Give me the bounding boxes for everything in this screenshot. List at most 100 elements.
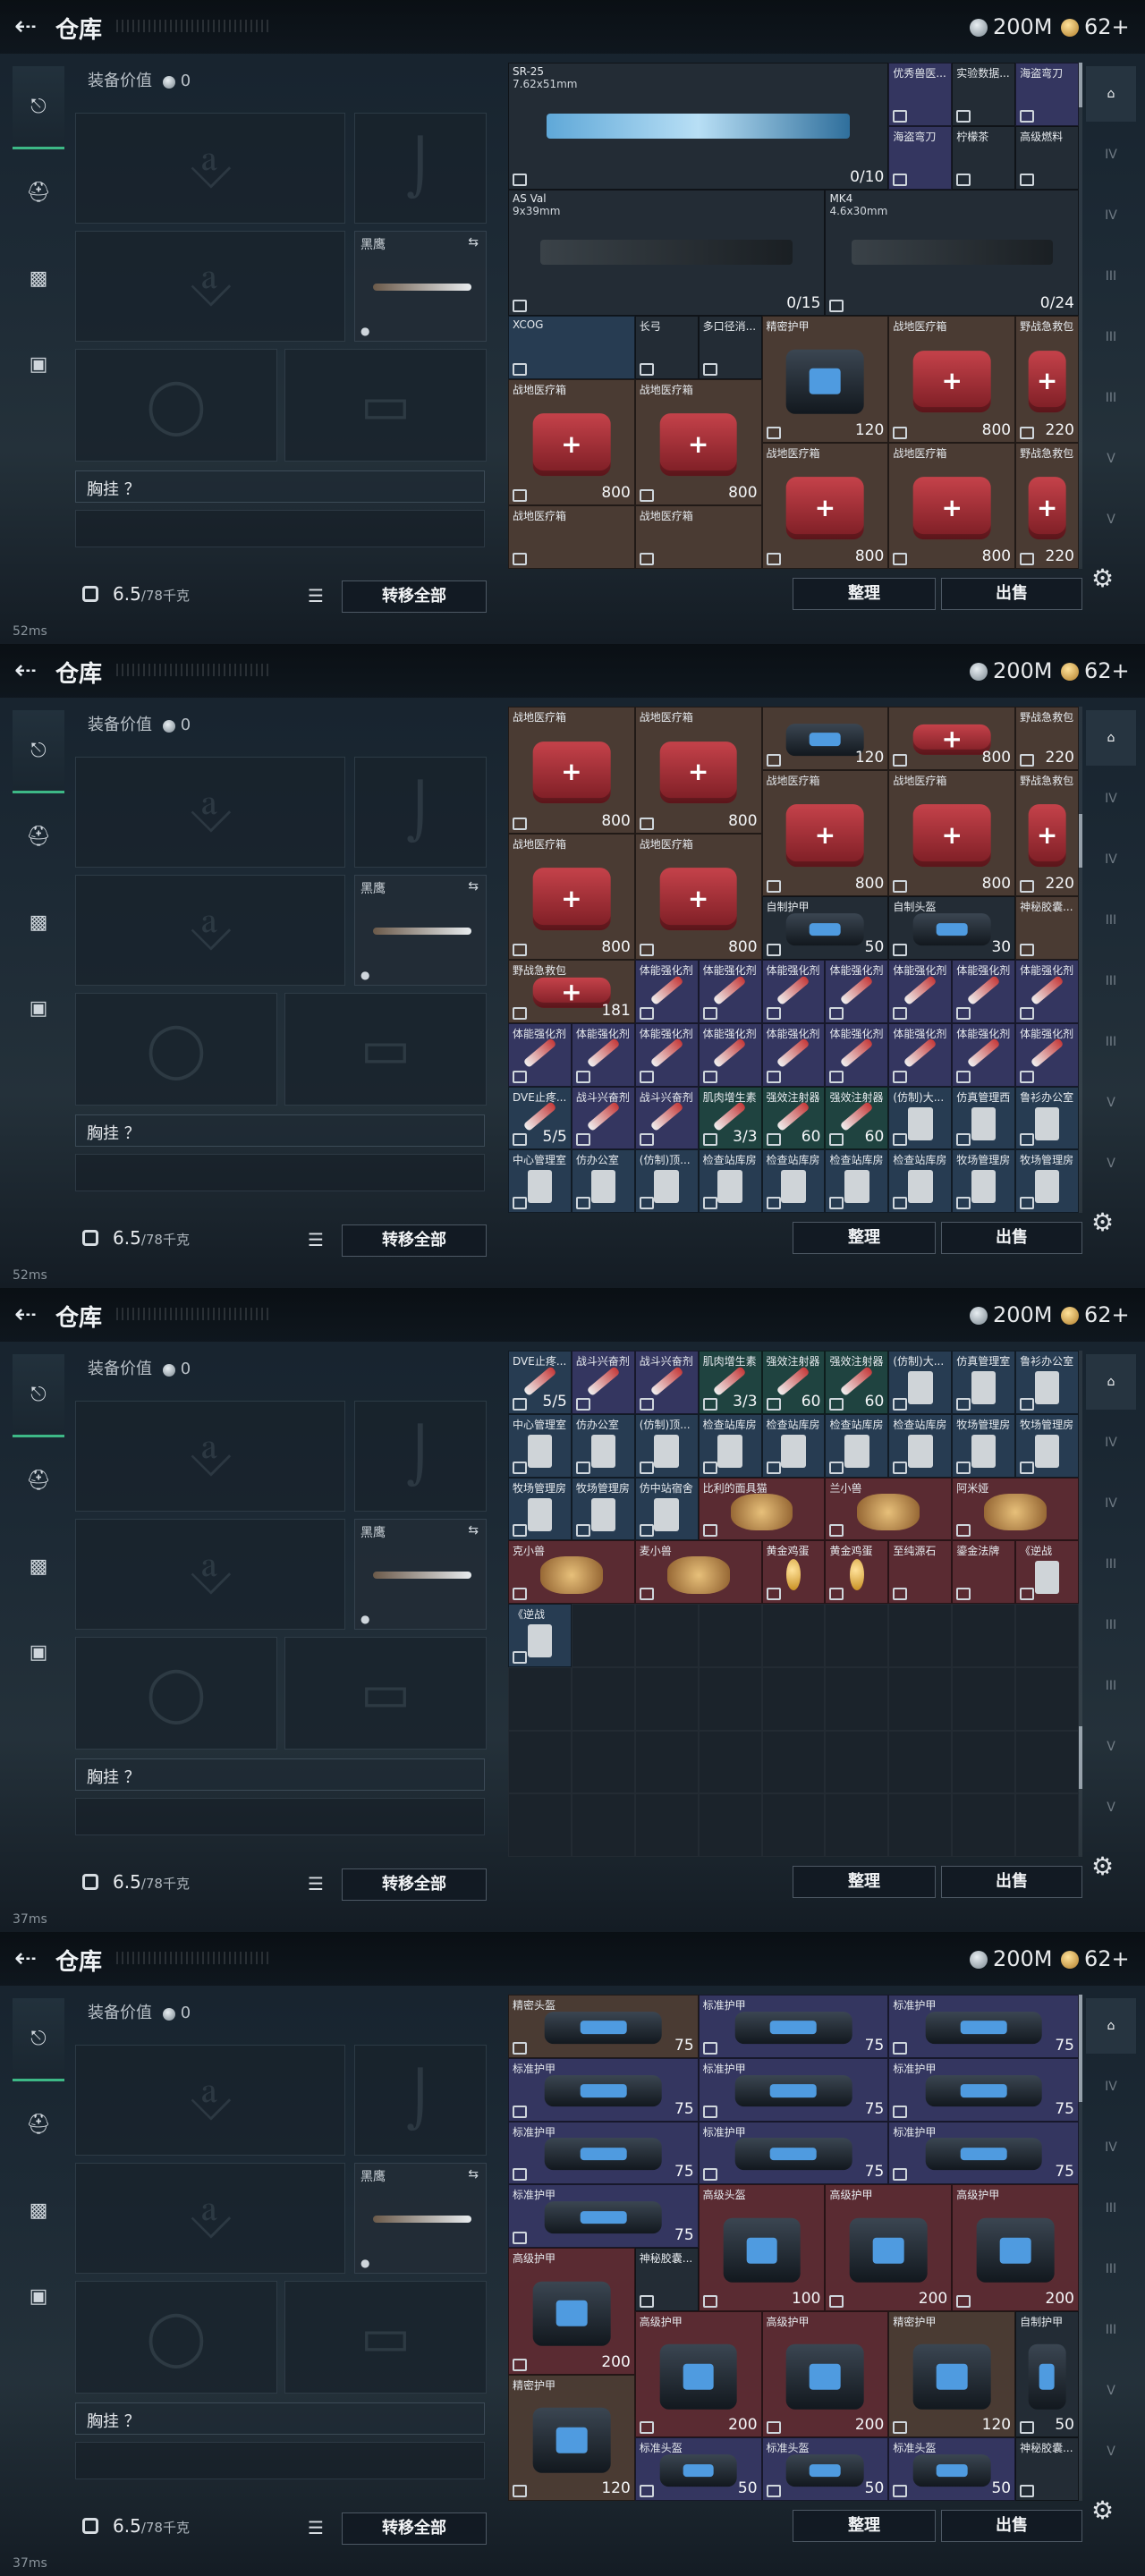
inventory-item[interactable]: 牧场管理房 [1015, 1149, 1079, 1213]
inventory-item[interactable]: 体能强化剂 [952, 960, 1016, 1023]
inventory-item[interactable]: 中心管理室 [508, 1413, 572, 1478]
inventory-item[interactable]: 牧场管理房 [508, 1477, 572, 1541]
melee-slot[interactable]: 黑鹰 ⇆ ● [354, 231, 487, 342]
chest-rig-slot[interactable]: 胸挂 ？ [75, 1114, 485, 1147]
inventory-item[interactable]: 牧场管理房 [1015, 1413, 1079, 1478]
list-icon[interactable]: ☰ [304, 2512, 327, 2543]
inventory-item[interactable]: 野战急救包 220 [1015, 769, 1079, 897]
inventory-item[interactable]: 标准护甲 75 [888, 2121, 1079, 2185]
inventory-item[interactable]: 海盗弯刀 [888, 125, 953, 190]
vest-icon[interactable]: ▩ [13, 2170, 64, 2250]
inventory-item[interactable]: 检查站库房 [698, 1413, 762, 1478]
container-tab[interactable]: V [1086, 492, 1136, 547]
inventory-item[interactable]: 体能强化剂 [761, 960, 826, 1023]
pistol-slot[interactable]: ⌡ [354, 113, 487, 224]
gear-icon[interactable]: ⚙ [1091, 564, 1114, 593]
inventory-item[interactable]: 战地医疗箱 800 [508, 378, 635, 506]
vest-icon[interactable]: ▩ [13, 1526, 64, 1606]
inventory-scrollbar[interactable] [1079, 1351, 1082, 1857]
inventory-item[interactable]: 高级护甲 200 [508, 2248, 635, 2375]
home-icon[interactable]: ⌂ [1086, 710, 1136, 766]
inventory-item[interactable]: 高级护甲 200 [761, 2310, 889, 2438]
sell-button[interactable]: 出售 [941, 1222, 1082, 1254]
helmet-icon[interactable]: ⛑ [13, 796, 64, 877]
inventory-item[interactable]: 牧场管理房 [571, 1477, 635, 1541]
inventory-item[interactable]: 仿办公室 [571, 1413, 635, 1478]
home-icon[interactable]: ⌂ [1086, 1354, 1136, 1410]
container-tab[interactable]: III [1086, 1014, 1136, 1070]
backpack-icon[interactable]: ▣ [13, 324, 64, 404]
inventory-item[interactable]: 长弓 [634, 316, 699, 379]
inventory-item[interactable]: 检查站库房 [825, 1413, 889, 1478]
inventory-item[interactable]: 体能强化剂 [952, 1022, 1016, 1087]
inventory-item[interactable]: 标准护甲 75 [508, 2184, 699, 2248]
inventory-scrollbar[interactable] [1079, 63, 1082, 569]
container-tab[interactable]: III [1086, 309, 1136, 365]
inventory-item[interactable]: 高级护甲 200 [952, 2184, 1079, 2311]
helmet-slot[interactable]: ◯ [75, 349, 277, 462]
swap-icon[interactable]: ⇆ [468, 235, 479, 250]
inventory-item[interactable]: 高级头盔 100 [698, 2184, 826, 2311]
back-arrow-icon[interactable]: ⇠ [14, 13, 43, 41]
inventory-item[interactable]: 高级护甲 200 [825, 2184, 953, 2311]
container-tab[interactable]: III [1086, 1597, 1136, 1653]
inventory-item[interactable]: 战地医疗箱 800 [761, 442, 889, 569]
vest-icon[interactable]: ▩ [13, 882, 64, 962]
inventory-item[interactable]: MK4 4.6x30mm 0/24 [825, 189, 1079, 316]
inventory-item[interactable]: DVE止疼... 5/5 [508, 1351, 572, 1414]
chest-rig-slot[interactable]: 胸挂 ？ [75, 470, 485, 503]
inventory-item[interactable]: 高级燃料 [1015, 125, 1079, 190]
inventory-item[interactable]: 体能强化剂 [571, 1022, 635, 1087]
inventory-item[interactable]: 兰小兽 [825, 1477, 953, 1541]
inventory-item[interactable]: 至纯源石 [888, 1540, 953, 1604]
inventory-item[interactable]: 标准护甲 75 [698, 2057, 889, 2122]
inventory-item[interactable]: 战地医疗箱 [634, 505, 762, 569]
list-icon[interactable]: ☰ [304, 1868, 327, 1899]
container-tab[interactable]: IV [1086, 832, 1136, 887]
inventory-item[interactable]: 检查站库房 [698, 1149, 762, 1213]
transfer-all-button[interactable]: 转移全部 [342, 1224, 487, 1257]
transfer-all-button[interactable]: 转移全部 [342, 580, 487, 613]
backpack-slot[interactable] [75, 1798, 485, 1835]
sort-button[interactable]: 整理 [793, 1222, 936, 1254]
inventory-item[interactable]: 标准护甲 75 [888, 1995, 1079, 2058]
backpack-icon[interactable]: ▣ [13, 1612, 64, 1692]
inventory-item[interactable]: 战地医疗箱 [508, 505, 635, 569]
inventory-item[interactable]: 战地医疗箱 800 [888, 316, 1016, 443]
inventory-item[interactable]: 克小兽 [508, 1540, 635, 1604]
melee-slot[interactable]: 黑鹰 ⇆ ● [354, 1519, 487, 1630]
sort-button[interactable]: 整理 [793, 1866, 936, 1898]
inventory-item[interactable]: 高级护甲 200 [634, 2310, 762, 2438]
transfer-all-button[interactable]: 转移全部 [342, 2512, 487, 2545]
inventory-item[interactable]: 体能强化剂 [508, 1022, 572, 1087]
inventory-item[interactable]: AS Val 9x39mm 0/15 [508, 189, 826, 316]
list-icon[interactable]: ☰ [304, 1224, 327, 1255]
inventory-item[interactable]: 《逆战 [508, 1604, 572, 1667]
inventory-item[interactable]: 黄金鸡蛋 [825, 1540, 889, 1604]
melee-slot[interactable]: 黑鹰 ⇆ ● [354, 875, 487, 986]
swap-icon[interactable]: ⇆ [468, 2167, 479, 2182]
container-tab[interactable]: IV [1086, 2120, 1136, 2175]
inventory-item[interactable]: 仿真管理西 [952, 1086, 1016, 1150]
secondary-weapon-slot[interactable]: ⎀ [75, 1519, 345, 1630]
inventory-item[interactable]: 野战急救包 181 [508, 960, 635, 1023]
scrollbar-thumb[interactable] [1079, 1995, 1082, 2102]
inventory-item[interactable]: 鎏金法牌 [952, 1540, 1016, 1604]
container-tab[interactable]: III [1086, 1537, 1136, 1592]
sell-button[interactable]: 出售 [941, 1866, 1082, 1898]
container-tab[interactable]: IV [1086, 127, 1136, 182]
inventory-item[interactable]: 体能强化剂 [1015, 960, 1079, 1023]
inventory-item[interactable]: (仿制)顶... [634, 1149, 699, 1213]
container-tab[interactable]: III [1086, 893, 1136, 948]
helmet-icon[interactable]: ⛑ [13, 1440, 64, 1521]
inventory-item[interactable]: 《逆战 [1015, 1540, 1079, 1604]
inventory-item[interactable]: 战地医疗箱 800 [634, 378, 762, 506]
secondary-weapon-slot[interactable]: ⎀ [75, 2163, 345, 2274]
pistol-slot[interactable]: ⌡ [354, 2045, 487, 2156]
helmet-icon[interactable]: ⛑ [13, 2084, 64, 2165]
chest-rig-slot[interactable]: 胸挂 ？ [75, 1758, 485, 1791]
inventory-item[interactable]: 鲁衫办公室 [1015, 1351, 1079, 1414]
container-tab[interactable]: IV [1086, 2059, 1136, 2114]
inventory-item[interactable]: 体能强化剂 [888, 1022, 953, 1087]
inventory-item[interactable]: 战斗兴奋剂 [571, 1351, 635, 1414]
